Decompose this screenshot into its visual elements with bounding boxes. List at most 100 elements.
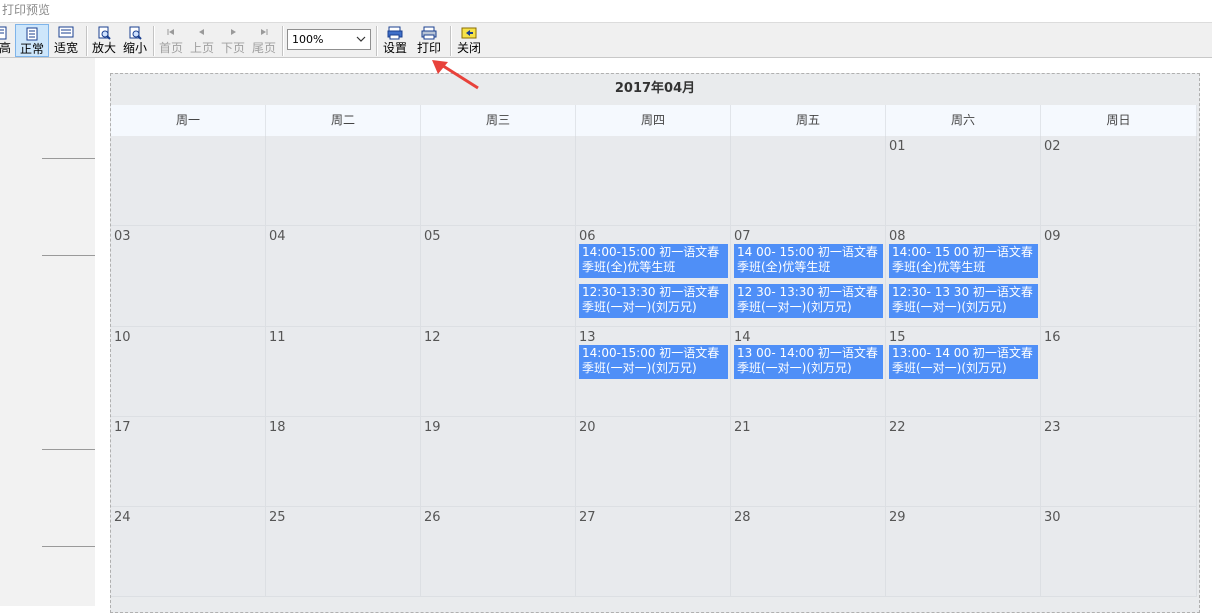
day-cell: 06 14:00-15:00 初一语文春季班(全)优等生班 12:30-13:3… [576,226,731,327]
page-normal-label: 正常 [19,42,44,56]
day-cell: 12 [421,327,576,417]
day-cell: 07 14 00- 15:00 初一语文春季班(全)优等生班 12 30- 13… [731,226,886,327]
window-title: 打印预览 [0,0,1212,22]
day-cell: 29 [886,507,1041,597]
day-number: 01 [889,139,906,154]
calendar-event[interactable]: 13:00- 14 00 初一语文春季班(一对一)(刘万兄) [889,345,1038,379]
day-number: 04 [269,229,286,244]
print-page: 2017年04月 周一 周二 周三 周四 周五 周六 周日 01 02 03 0… [110,73,1200,613]
calendar-event[interactable]: 12 30- 13:30 初一语文春季班(一对一)(刘万兄) [734,284,883,318]
toolbar: 高 正常 适宽 放大 缩小 首页 上页 下页 尾页 100% 设置 打印 关闭 [0,22,1212,58]
margin-marker [42,158,95,159]
day-number: 21 [734,420,751,435]
calendar-event[interactable]: 12:30- 13 30 初一语文春季班(一对一)(刘万兄) [889,284,1038,318]
calendar-event[interactable]: 14:00- 15 00 初一语文春季班(全)优等生班 [889,244,1038,278]
first-page-icon [165,26,177,41]
toolbar-separator [153,26,155,56]
day-number: 27 [579,510,596,525]
day-number: 03 [114,229,131,244]
weekday-header: 周五 [731,105,886,136]
toolbar-separator [86,26,88,56]
page-normal-button[interactable]: 正常 [15,24,49,57]
day-cell: 01 [886,136,1041,226]
margin-marker [42,546,95,547]
first-page-label: 首页 [158,41,183,55]
print-label: 打印 [416,41,441,55]
calendar-title: 2017年04月 [614,81,696,96]
day-number: 10 [114,330,131,345]
calendar-event[interactable]: 14:00-15:00 初一语文春季班(全)优等生班 [579,244,728,278]
left-margin-panel [0,58,95,606]
settings-button[interactable]: 设置 [380,24,410,57]
day-cell: 24 [111,507,266,597]
day-number: 30 [1044,510,1061,525]
day-number: 07 [734,229,751,244]
margin-marker [42,449,95,450]
page-height-button[interactable]: 高 [0,24,11,57]
day-cell: 04 [266,226,421,327]
weekday-header: 周六 [886,105,1041,136]
prev-page-label: 上页 [189,41,214,55]
day-cell: 22 [886,417,1041,507]
day-cell: 16 [1041,327,1197,417]
day-number: 17 [114,420,131,435]
zoom-value: 100% [292,33,324,46]
calendar-event[interactable]: 13 00- 14:00 初一语文春季班(一对一)(刘万兄) [734,345,883,379]
close-label: 关闭 [456,41,481,55]
calendar-event[interactable]: 14 00- 15:00 初一语文春季班(全)优等生班 [734,244,883,278]
last-page-icon [258,26,270,41]
day-number: 19 [424,420,441,435]
day-cell: 02 [1041,136,1197,226]
prev-page-button[interactable]: 上页 [187,24,217,57]
toolbar-separator [282,26,284,56]
weekday-header: 周四 [576,105,731,136]
day-number: 13 [579,330,596,345]
calendar-event[interactable]: 14:00-15:00 初一语文春季班(一对一)(刘万兄) [579,345,728,379]
day-number: 24 [114,510,131,525]
day-number: 26 [424,510,441,525]
day-number: 23 [1044,420,1061,435]
day-number: 12 [424,330,441,345]
day-number: 28 [734,510,751,525]
print-button[interactable]: 打印 [414,24,444,57]
day-cell: 08 14:00- 15 00 初一语文春季班(全)优等生班 12:30- 13… [886,226,1041,327]
toolbar-separator [376,26,378,56]
chevron-down-icon [355,32,367,52]
weekday-header: 周二 [266,105,421,136]
day-cell: 09 [1041,226,1197,327]
day-cell [111,136,266,226]
zoom-select[interactable]: 100% [287,29,371,50]
day-cell [266,136,421,226]
page-height-label: 高 [0,41,11,55]
calendar-event[interactable]: 12:30-13:30 初一语文春季班(一对一)(刘万兄) [579,284,728,318]
preview-area: 2017年04月 周一 周二 周三 周四 周五 周六 周日 01 02 03 0… [0,58,1212,613]
page-width-button[interactable]: 适宽 [50,24,82,57]
day-cell: 14 13 00- 14:00 初一语文春季班(一对一)(刘万兄) [731,327,886,417]
day-cell: 26 [421,507,576,597]
day-cell [576,136,731,226]
day-cell: 18 [266,417,421,507]
day-number: 22 [889,420,906,435]
next-page-icon [227,26,239,41]
day-cell: 30 [1041,507,1197,597]
annotation-arrow [432,60,479,90]
day-cell: 13 14:00-15:00 初一语文春季班(一对一)(刘万兄) [576,327,731,417]
day-cell [731,136,886,226]
day-number: 29 [889,510,906,525]
day-cell: 20 [576,417,731,507]
zoom-out-button[interactable]: 缩小 [120,24,150,57]
zoom-out-label: 缩小 [122,41,147,55]
day-cell: 17 [111,417,266,507]
day-number: 06 [579,229,596,244]
first-page-button[interactable]: 首页 [156,24,186,57]
day-cell: 11 [266,327,421,417]
zoom-in-button[interactable]: 放大 [89,24,119,57]
next-page-button[interactable]: 下页 [218,24,248,57]
day-cell: 03 [111,226,266,327]
close-button[interactable]: 关闭 [454,24,484,57]
prev-page-icon [196,26,208,41]
day-number: 02 [1044,139,1061,154]
day-number: 14 [734,330,751,345]
last-page-label: 尾页 [251,41,276,55]
last-page-button[interactable]: 尾页 [249,24,279,57]
